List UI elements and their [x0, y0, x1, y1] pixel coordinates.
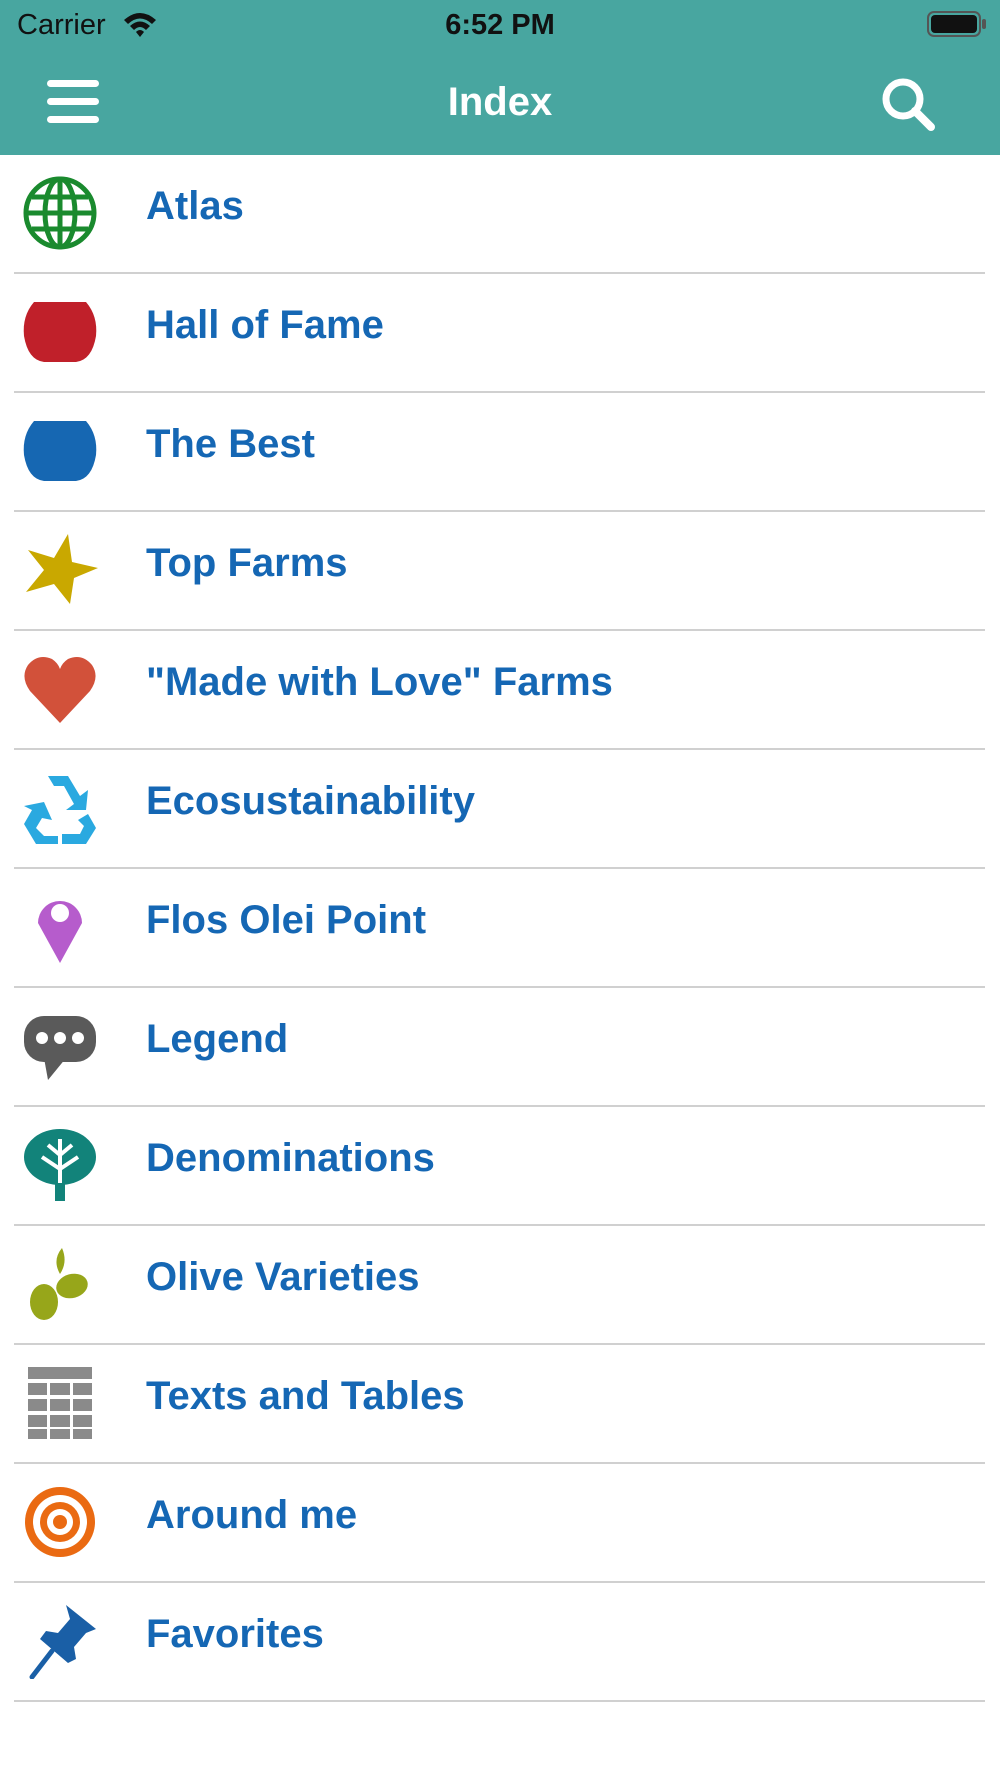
- heart-icon: [22, 651, 98, 727]
- list-item-olive-varieties[interactable]: Olive Varieties: [14, 1226, 985, 1345]
- list-item-label: Atlas: [146, 184, 244, 228]
- index-list: Atlas Hall of Fame The Best Top Farms "M…: [0, 155, 1000, 1702]
- list-item-texts-and-tables[interactable]: Texts and Tables: [14, 1345, 985, 1464]
- list-item-favorites[interactable]: Favorites: [14, 1583, 985, 1702]
- search-button[interactable]: [876, 72, 940, 136]
- list-item-label: Ecosustainability: [146, 779, 475, 823]
- list-item-label: Around me: [146, 1493, 358, 1537]
- pushpin-icon: [22, 1603, 98, 1679]
- tree-icon: [22, 1127, 98, 1203]
- olive-icon: [22, 1246, 98, 1322]
- list-item-label: Flos Olei Point: [146, 898, 427, 942]
- list-item-the-best[interactable]: The Best: [14, 393, 985, 512]
- list-item-label: Texts and Tables: [146, 1374, 465, 1418]
- target-icon: [22, 1484, 98, 1560]
- list-item-around-me[interactable]: Around me: [14, 1464, 985, 1583]
- list-item-legend[interactable]: Legend: [14, 988, 985, 1107]
- list-item-top-farms[interactable]: Top Farms: [14, 512, 985, 631]
- status-bar: Carrier 6:52 PM: [0, 0, 1000, 50]
- clock: 6:52 PM: [445, 9, 555, 41]
- list-item-label: Olive Varieties: [146, 1255, 420, 1299]
- header: Carrier 6:52 PM Index: [0, 0, 1000, 155]
- list-item-label: Top Farms: [146, 541, 348, 585]
- battery-icon: [927, 10, 987, 38]
- app-screen: Carrier 6:52 PM Index Atlas Hall of Fame…: [0, 0, 1000, 1778]
- speech-bubble-icon: [22, 1008, 98, 1084]
- search-icon: [882, 78, 935, 131]
- list-item-label: Favorites: [146, 1612, 324, 1656]
- list-item-label: The Best: [146, 422, 315, 466]
- list-item-made-with-love[interactable]: "Made with Love" Farms: [14, 631, 985, 750]
- list-item-label: Legend: [146, 1017, 289, 1061]
- list-item-denominations[interactable]: Denominations: [14, 1107, 985, 1226]
- list-item-atlas[interactable]: Atlas: [14, 155, 985, 274]
- list-item-flos-olei-point[interactable]: Flos Olei Point: [14, 869, 985, 988]
- list-item-ecosustainability[interactable]: Ecosustainability: [14, 750, 985, 869]
- list-item-label: Hall of Fame: [146, 303, 384, 347]
- star-icon: [22, 532, 98, 608]
- red-gem-icon: [22, 294, 98, 370]
- map-pin-icon: [22, 889, 98, 965]
- list-item-hall-of-fame[interactable]: Hall of Fame: [14, 274, 985, 393]
- nav-bar: Index: [0, 50, 1000, 155]
- blue-gem-icon: [22, 413, 98, 489]
- table-grid-icon: [22, 1365, 98, 1441]
- page-title: Index: [447, 80, 553, 124]
- list-item-label: Denominations: [146, 1136, 435, 1180]
- globe-icon: [22, 175, 98, 251]
- list-item-label: "Made with Love" Farms: [146, 660, 613, 704]
- recycle-icon: [22, 770, 98, 846]
